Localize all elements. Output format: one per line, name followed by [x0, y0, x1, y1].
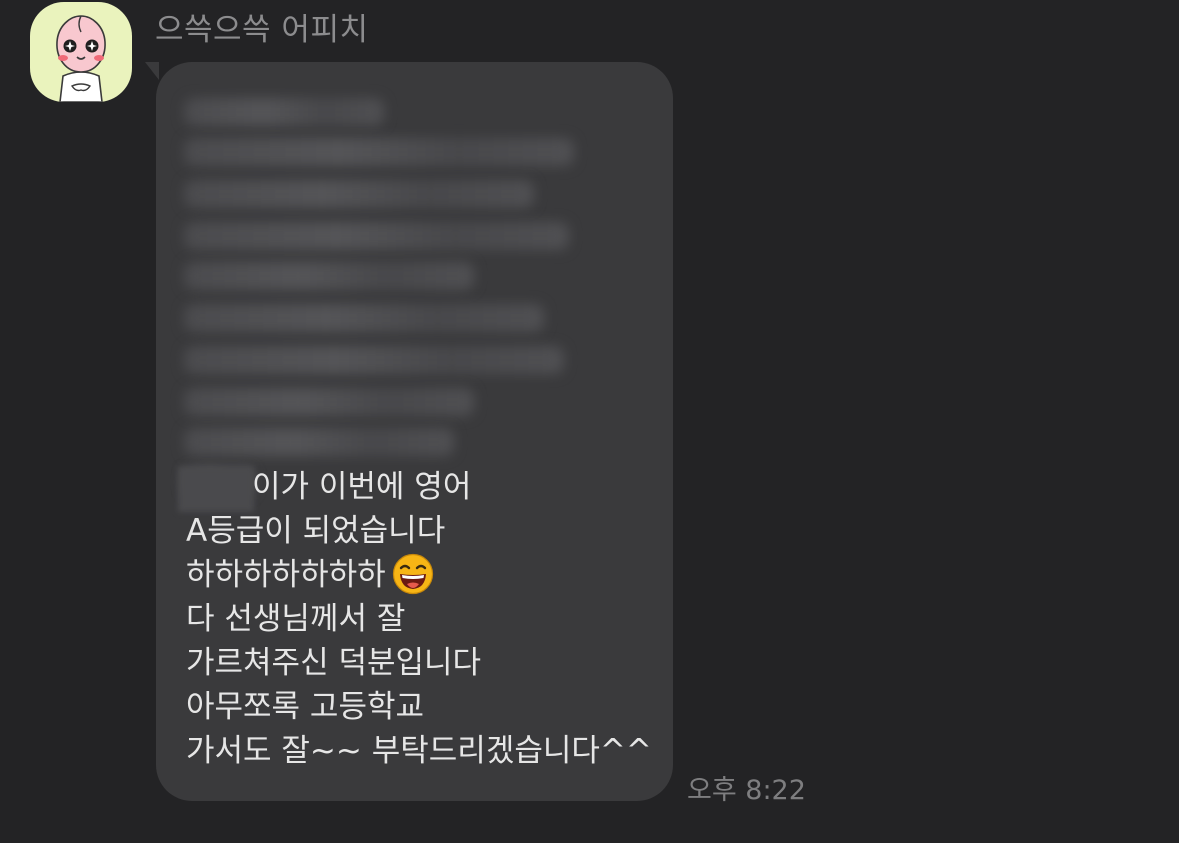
- message-line: A등급이 되었습니다: [186, 513, 446, 549]
- blurred-message-content: [172, 90, 592, 520]
- bubble-tail: [145, 62, 159, 80]
- message-timestamp: 오후 8:22: [687, 775, 806, 806]
- grinning-laughing-emoji-icon: [392, 553, 433, 594]
- message-text: 이가 이번에 영어 A등급이 되었습니다 하하하하하하하 다 선생님께서 잘 가…: [186, 465, 656, 773]
- message-line: 가르쳐주신 덕분입니다: [186, 645, 482, 681]
- message-line: 가서도 잘~~ 부탁드리겠습니다^^: [186, 733, 652, 769]
- sender-name: 으쓱으쓱 어피치: [155, 12, 369, 48]
- message-line-text: 하하하하하하하: [186, 557, 386, 593]
- message-line: 다 선생님께서 잘: [186, 601, 406, 637]
- message-line: 아무쪼록 고등학교: [186, 689, 425, 725]
- apeach-character-icon: [56, 15, 106, 102]
- sender-avatar[interactable]: [30, 2, 132, 102]
- message-line-with-emoji: 하하하하하하하: [186, 553, 656, 597]
- message-line: 이가 이번에 영어: [252, 469, 472, 505]
